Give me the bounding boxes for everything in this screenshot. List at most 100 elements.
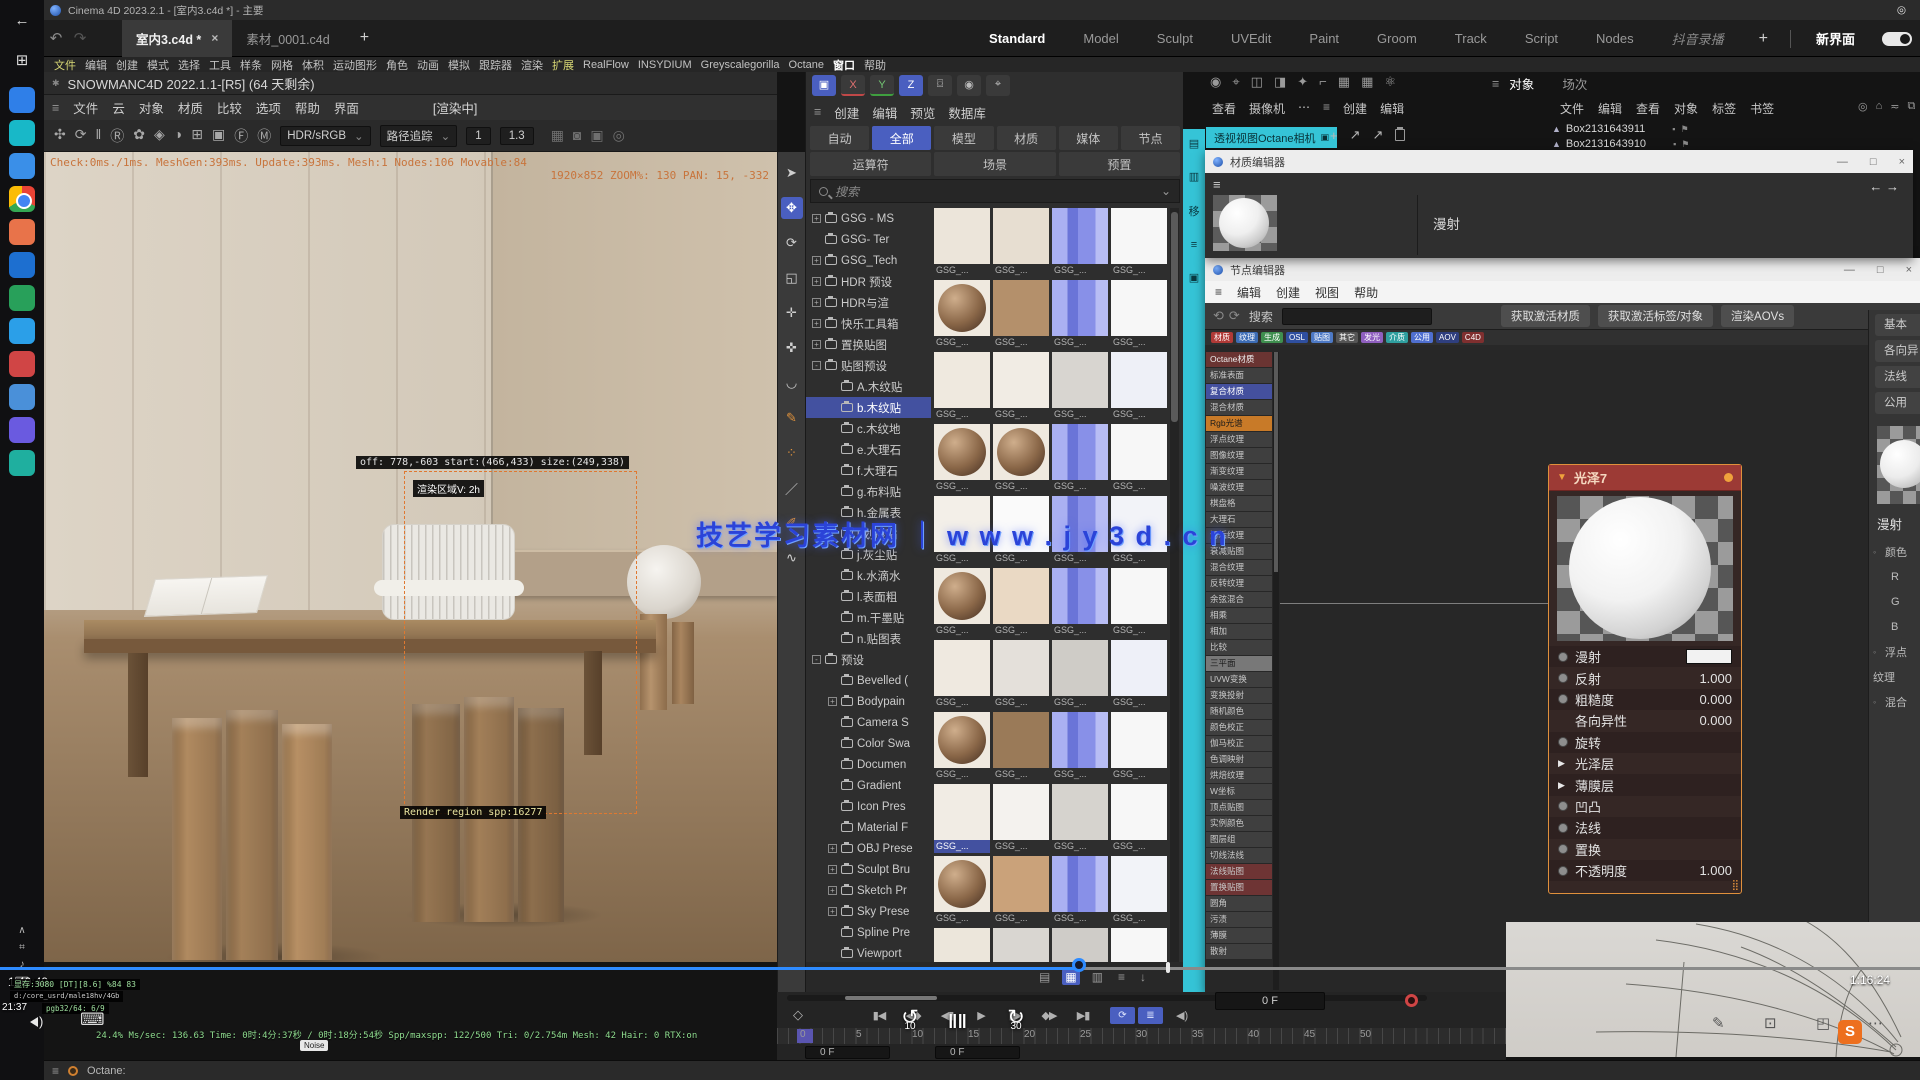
material-thumbnail[interactable]: GSG_... [993,784,1049,853]
tree-item[interactable]: Spline Pre [806,922,931,943]
material-thumbnail[interactable]: GSG_... [1111,352,1167,421]
expand-triangle-icon[interactable]: ▶ [1558,780,1568,791]
node-type-item[interactable]: 色调映射 [1206,752,1272,767]
category-chip[interactable]: 纹理 [1236,332,1258,343]
material-thumbnail[interactable]: GSG_... [934,352,990,421]
taskbar-app-green[interactable] [9,285,35,311]
hamburger-menu-icon[interactable]: ≡ [814,105,821,119]
expand-triangle-icon[interactable]: ▶ [1558,758,1568,769]
stop-render-icon[interactable]: ✣ [54,126,66,146]
menubar-item[interactable]: 帮助 [864,57,886,73]
node-port-row[interactable]: 置换 [1549,839,1741,860]
paint-brush-icon[interactable]: ✎ [781,407,803,429]
keyframe-button[interactable]: ◇ [793,1007,803,1023]
node-type-item[interactable]: Octane材质 [1206,352,1272,367]
hamburger-menu-icon[interactable]: ≡ [1492,77,1499,91]
attribute-row[interactable]: ◦颜色 [1869,539,1920,564]
hamburger-menu-icon[interactable]: ≡ [1213,177,1221,192]
node-input-pin[interactable] [1558,844,1568,854]
filter-tab[interactable]: 场景 [934,152,1055,176]
tree-item[interactable]: Material F [806,817,931,838]
volume-icon[interactable]: ) [30,1014,43,1029]
tree-item[interactable]: +Sculpt Bru [806,859,931,880]
expander-icon[interactable]: + [828,886,837,895]
detail-view-icon[interactable]: ▥ [1089,969,1106,985]
film-icon[interactable]: ▦ [1338,74,1350,90]
tree-item[interactable]: Camera S [806,712,931,733]
live-select-icon[interactable]: ➤ [781,162,803,184]
new-document-tab-button[interactable]: + [344,29,385,47]
taskbar-app-vscode[interactable] [9,318,35,344]
document-tab[interactable]: 素材_0001.c4d [232,20,343,57]
node-type-item[interactable]: 标准表面 [1206,368,1272,383]
menubar-item[interactable]: 编辑 [85,57,107,73]
annotate-pencil-icon[interactable]: ✎ [1712,1014,1725,1032]
tree-item[interactable]: m.干墨贴 [806,607,931,628]
material-thumbnail[interactable]: GSG_... [1111,928,1167,962]
hamburger-menu-icon[interactable]: ≡ [52,101,59,115]
material-thumbnail[interactable]: GSG_... [993,568,1049,637]
layout-tab[interactable]: Sculpt [1138,31,1212,46]
material-thumbnail[interactable]: GSG_... [993,856,1049,925]
object-manager-menu-item[interactable]: 对象 [1674,100,1698,117]
menubar-item[interactable]: 跟踪器 [479,57,512,73]
layout-tab[interactable]: Model [1064,31,1137,46]
filter-tab[interactable]: 材质 [997,126,1056,150]
menubar-item[interactable]: Octane [789,59,824,71]
goto-end-button[interactable]: ▶▮ [1066,1009,1100,1022]
node-type-item[interactable]: 反转纹理 [1206,576,1272,591]
pause-render-icon[interactable]: ‖ [95,126,101,146]
node-port-row[interactable]: 各向异性0.000 [1549,710,1741,731]
range-start-field[interactable]: 0 F [805,1046,890,1059]
content-browser-menu-item[interactable]: 预览 [910,103,935,122]
coordinates-icon[interactable]: ◨ [1274,74,1286,90]
category-chip[interactable]: 生成 [1261,332,1283,343]
expander-icon[interactable]: + [812,340,821,349]
filter-tab[interactable]: 预置 [1059,152,1180,176]
maximize-icon[interactable]: □ [1870,156,1877,168]
material-thumbnail[interactable]: GSG_... [934,424,990,493]
node-port-row[interactable]: 不透明度1.000 [1549,860,1741,881]
content-browser-menu-item[interactable]: 数据库 [948,103,986,122]
fullscreen-icon[interactable]: ◰ [1816,1014,1830,1032]
layout-tab[interactable]: Groom [1358,31,1436,46]
node-type-item[interactable]: 比较 [1206,640,1272,655]
taskbar-app-teal2[interactable] [9,450,35,476]
screenshot-icon[interactable]: ⊡ [1764,1014,1777,1032]
node-type-item[interactable]: 置换贴图 [1206,880,1272,895]
tree-item[interactable]: +HDR与渲 [806,292,931,313]
smile-brush-icon[interactable]: ◡ [781,372,803,394]
tree-item[interactable]: GSG- Ter [806,229,931,250]
filter-tab[interactable]: 模型 [934,126,993,150]
rotate-icon[interactable]: ⟳ [781,232,803,254]
node-type-item[interactable]: 变换投射 [1206,688,1272,703]
region-render-icon[interactable]: Ⓡ [110,126,124,146]
filter-tab[interactable]: 全部 [872,126,931,150]
taskbar-app-orange[interactable] [9,219,35,245]
menubar-item[interactable]: Greyscalegorilla [701,59,780,71]
viewport-menu-item[interactable]: 查看 [1212,100,1236,117]
taskbar-app-teal[interactable] [9,120,35,146]
current-frame-field[interactable]: 0 F [1215,992,1325,1010]
pause-button[interactable]: ‖‖ [948,1012,967,1034]
attribute-tab[interactable]: 基本 [1875,314,1920,336]
tree-item[interactable]: +OBJ Prese [806,838,931,859]
trash-icon[interactable] [1395,129,1405,141]
menubar-item[interactable]: 动画 [417,57,439,73]
node-type-item[interactable]: 三平面 [1206,656,1272,671]
document-tab[interactable]: 室内3.c4d *× [122,20,232,57]
node-editor-menu-item[interactable]: 创建 [1276,284,1300,301]
node-type-item[interactable]: 复合材质 [1206,384,1272,399]
om-popout-icon[interactable]: ⧉ [1907,100,1915,113]
tree-item[interactable]: +Sketch Pr [806,880,931,901]
object-manager-tab[interactable]: 场次 [1562,74,1587,93]
attribute-row[interactable]: ◦混合 [1869,689,1920,714]
node-input-pin[interactable] [1558,866,1568,876]
dock-window-icon[interactable]: ▣ [1189,271,1199,284]
focus-picker-icon[interactable]: Ⓕ [234,126,248,146]
expander-icon[interactable]: + [812,298,821,307]
samples-field[interactable]: 1 [466,127,490,145]
category-chip[interactable]: 公用 [1411,332,1433,343]
floor-icon[interactable]: ⌐ [1319,74,1327,90]
viewport-menu-item[interactable]: 编辑 [1380,100,1404,117]
